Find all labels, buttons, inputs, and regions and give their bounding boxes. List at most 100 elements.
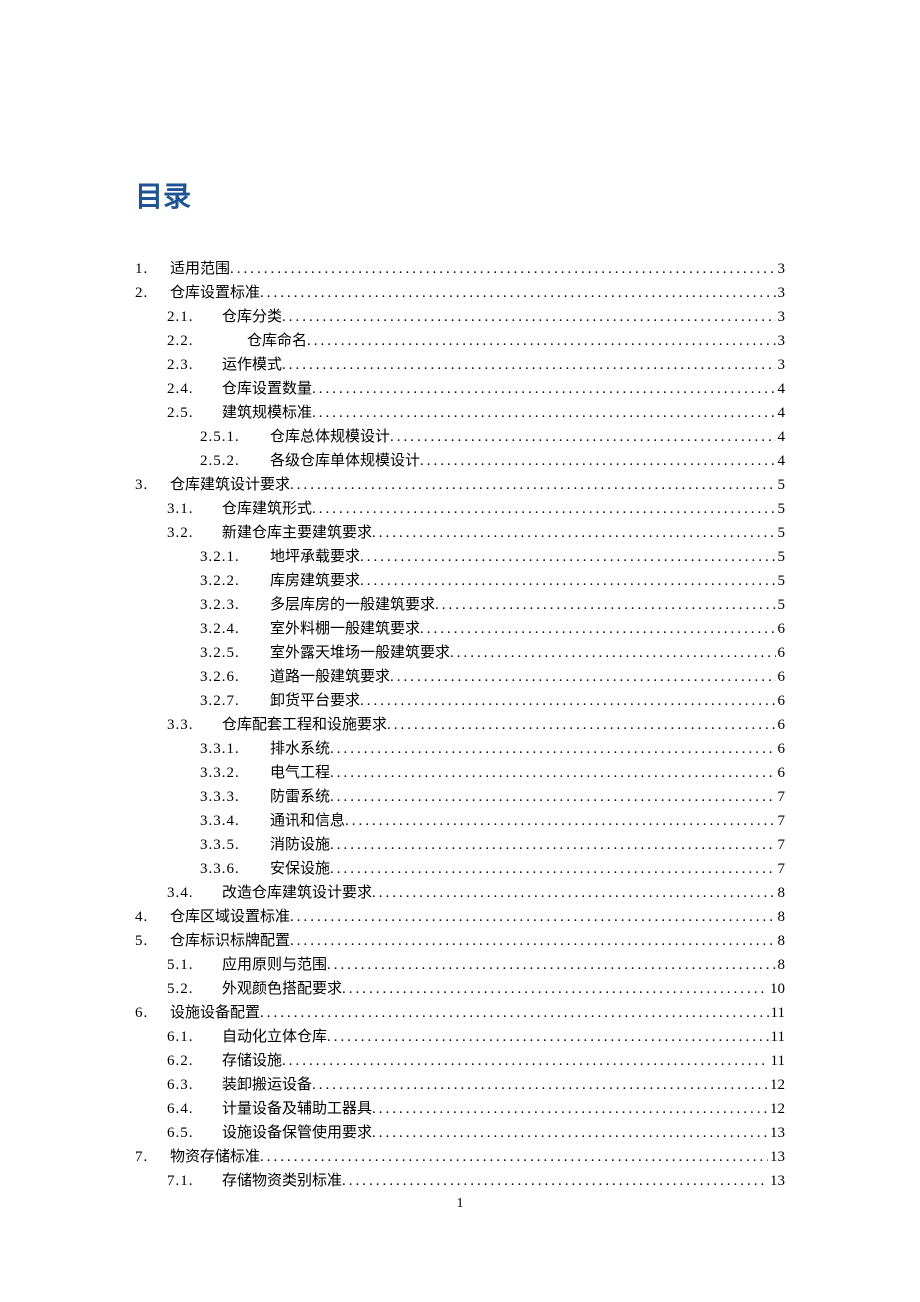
toc-entry-page: 3: [776, 281, 786, 305]
toc-entry-page: 7: [776, 857, 786, 881]
toc-entry[interactable]: 2.5.2.各级仓库单体规模设计4: [135, 449, 785, 473]
toc-entry-page: 6: [776, 713, 786, 737]
toc-entry-number: 7.1.: [167, 1169, 222, 1193]
toc-entry-title: 多层库房的一般建筑要求: [270, 593, 435, 617]
toc-entry[interactable]: 3.3.3.防雷系统7: [135, 785, 785, 809]
toc-entry[interactable]: 3.2.6.道路一般建筑要求6: [135, 665, 785, 689]
toc-entry[interactable]: 5.2.外观颜色搭配要求10: [135, 977, 785, 1001]
toc-entry-title: 防雷系统: [270, 785, 330, 809]
toc-entry[interactable]: 2.4.仓库设置数量4: [135, 377, 785, 401]
toc-leader-dots: [290, 929, 775, 953]
toc-leader-dots: [342, 1169, 768, 1193]
toc-entry[interactable]: 6.1.自动化立体仓库 11: [135, 1025, 785, 1049]
toc-entry-number: 5.2.: [167, 977, 222, 1001]
toc-leader-dots: [372, 1097, 768, 1121]
toc-entry-page: 7: [776, 833, 786, 857]
toc-entry-page: 8: [776, 929, 786, 953]
toc-entry-number: 3.4.: [167, 881, 222, 905]
toc-entry[interactable]: 6.设施设备配置11: [135, 1001, 785, 1025]
toc-leader-dots: [390, 665, 775, 689]
toc-entry-number: 6.1.: [167, 1025, 222, 1049]
toc-entry[interactable]: 3.3.1.排水系统6: [135, 737, 785, 761]
toc-entry-page: 4: [776, 449, 786, 473]
toc-entry-title: 设施设备配置: [170, 1001, 260, 1025]
toc-entry-title: 仓库总体规模设计: [270, 425, 390, 449]
toc-entry-page: 3: [776, 305, 786, 329]
toc-leader-dots: [327, 1025, 769, 1049]
toc-entry-title: 道路一般建筑要求: [270, 665, 390, 689]
toc-entry[interactable]: 3.3.仓库配套工程和设施要求6: [135, 713, 785, 737]
toc-entry[interactable]: 7.物资存储标准13: [135, 1145, 785, 1169]
toc-entry[interactable]: 2.5.1.仓库总体规模设计4: [135, 425, 785, 449]
toc-entry[interactable]: 3.3.2.电气工程6: [135, 761, 785, 785]
toc-entry-page: 3: [776, 353, 786, 377]
toc-entry[interactable]: 2.仓库设置标准3: [135, 281, 785, 305]
toc-leader-dots: [230, 257, 775, 281]
toc-entry[interactable]: 4.仓库区域设置标准8: [135, 905, 785, 929]
toc-leader-dots: [327, 953, 775, 977]
toc-entry[interactable]: 3.仓库建筑设计要求5: [135, 473, 785, 497]
toc-leader-dots: [345, 809, 775, 833]
toc-entry[interactable]: 6.4.计量设备及辅助工器具12: [135, 1097, 785, 1121]
toc-entry-number: 3.: [135, 473, 170, 497]
toc-entry[interactable]: 3.3.4.通讯和信息7: [135, 809, 785, 833]
toc-entry-page: 6: [776, 665, 786, 689]
toc-entry-title: 仓库设置数量: [222, 377, 312, 401]
toc-entry[interactable]: 6.3.装卸搬运设备12: [135, 1073, 785, 1097]
toc-entry-number: 3.3.6.: [200, 857, 270, 881]
toc-entry-number: 2.3.: [167, 353, 222, 377]
toc-leader-dots: [330, 737, 775, 761]
toc-entry[interactable]: 3.2.2.库房建筑要求5: [135, 569, 785, 593]
toc-entry[interactable]: 3.3.5.消防设施7: [135, 833, 785, 857]
toc-entry-title: 消防设施: [270, 833, 330, 857]
toc-entry[interactable]: 3.2.3.多层库房的一般建筑要求5: [135, 593, 785, 617]
toc-entry-page: 7: [776, 785, 786, 809]
toc-entry-number: 6.: [135, 1001, 170, 1025]
toc-entry-title: 自动化立体仓库: [222, 1025, 327, 1049]
toc-entry-page: 8: [776, 953, 786, 977]
toc-entry[interactable]: 6.2.存储设施11: [135, 1049, 785, 1073]
toc-entry-number: 3.3.4.: [200, 809, 270, 833]
toc-entry-title: 安保设施: [270, 857, 330, 881]
toc-entry[interactable]: 3.2.4.室外料棚一般建筑要求6: [135, 617, 785, 641]
toc-entry-title: 装卸搬运设备: [222, 1073, 312, 1097]
toc-leader-dots: [312, 377, 775, 401]
toc-entry-page: 11: [769, 1025, 785, 1049]
toc-entry-number: 3.2.1.: [200, 545, 270, 569]
toc-leader-dots: [282, 305, 775, 329]
toc-entry[interactable]: 2.5.建筑规模标准4: [135, 401, 785, 425]
toc-entry-title: 仓库分类: [222, 305, 282, 329]
toc-entry[interactable]: 7.1.存储物资类别标准13: [135, 1169, 785, 1193]
toc-leader-dots: [372, 881, 775, 905]
toc-leader-dots: [307, 329, 775, 353]
toc-leader-dots: [360, 545, 775, 569]
toc-leader-dots: [330, 857, 775, 881]
toc-entry[interactable]: 3.3.6.安保设施 7: [135, 857, 785, 881]
toc-entry-page: 8: [776, 881, 786, 905]
toc-entry-number: 3.2.3.: [200, 593, 270, 617]
toc-entry[interactable]: 3.4.改造仓库建筑设计要求8: [135, 881, 785, 905]
toc-entry-number: 3.3.1.: [200, 737, 270, 761]
toc-entry-title: 仓库建筑形式: [222, 497, 312, 521]
toc-entry[interactable]: 5.仓库标识标牌配置8: [135, 929, 785, 953]
toc-entry[interactable]: 2.1.仓库分类3: [135, 305, 785, 329]
toc-entry[interactable]: 3.2.7.卸货平台要求6: [135, 689, 785, 713]
toc-leader-dots: [450, 641, 775, 665]
toc-entry[interactable]: 3.2.1.地坪承载要求5: [135, 545, 785, 569]
toc-entry[interactable]: 3.1.仓库建筑形式5: [135, 497, 785, 521]
toc-leader-dots: [290, 473, 775, 497]
toc-entry[interactable]: 3.2.新建仓库主要建筑要求5: [135, 521, 785, 545]
toc-entry[interactable]: 6.5.设施设备保管使用要求13: [135, 1121, 785, 1145]
toc-entry[interactable]: 2.2.仓库命名3: [135, 329, 785, 353]
toc-leader-dots: [387, 713, 775, 737]
toc-leader-dots: [290, 905, 775, 929]
toc-entry-title: 仓库建筑设计要求: [170, 473, 290, 497]
toc-entry[interactable]: 5.1.应用原则与范围8: [135, 953, 785, 977]
toc-entry[interactable]: 2.3.运作模式3: [135, 353, 785, 377]
toc-entry-page: 13: [768, 1121, 785, 1145]
toc-entry[interactable]: 1.适用范围3: [135, 257, 785, 281]
toc-entry-title: 存储物资类别标准: [222, 1169, 342, 1193]
table-of-contents: 1.适用范围32.仓库设置标准32.1.仓库分类32.2.仓库命名32.3.运作…: [135, 257, 785, 1193]
toc-leader-dots: [330, 833, 775, 857]
toc-entry[interactable]: 3.2.5.室外露天堆场一般建筑要求6: [135, 641, 785, 665]
